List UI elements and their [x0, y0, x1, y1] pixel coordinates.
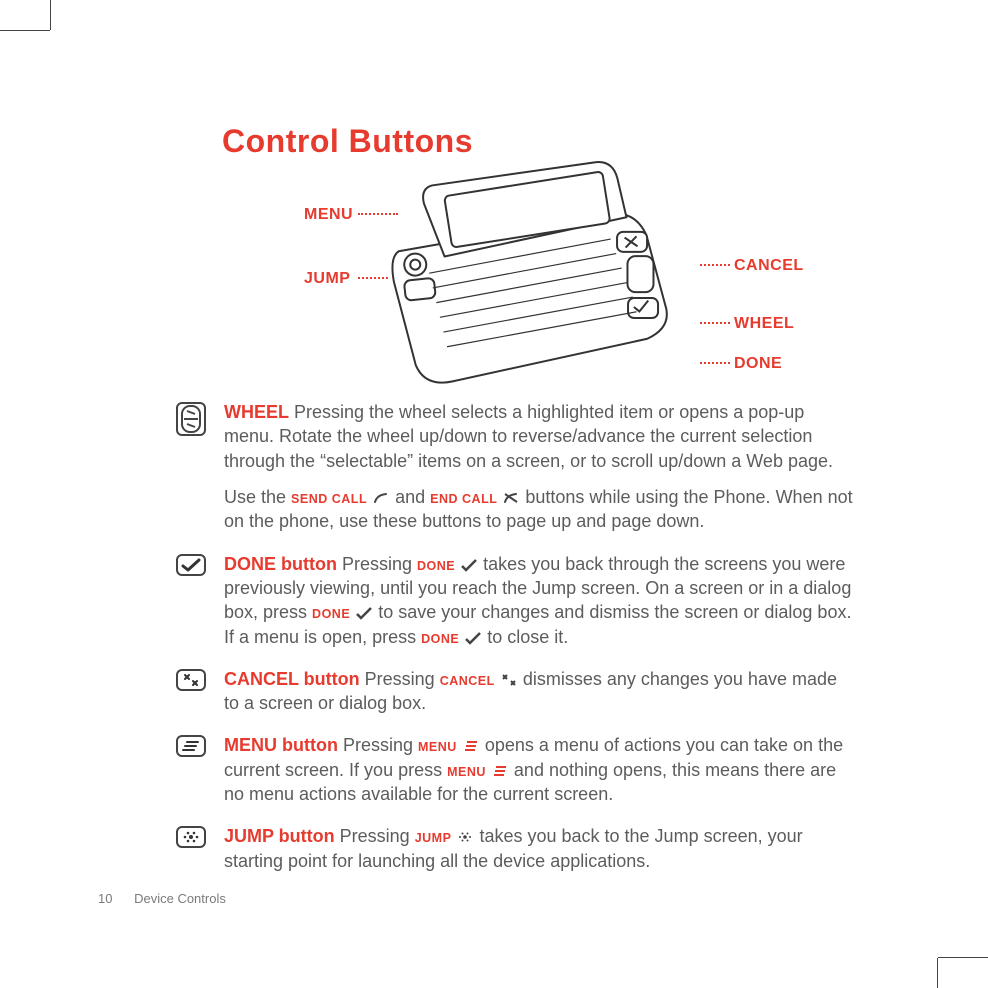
text: Pressing — [337, 554, 417, 574]
menu-kw: MENU — [447, 765, 486, 779]
jump-heading: JUMP button — [224, 826, 335, 846]
menu-inline-icon — [462, 735, 480, 749]
done-inline-icon — [460, 554, 478, 568]
wheel-p2: Use the SEND CALL and END CALL buttons w… — [224, 485, 856, 534]
page-footer: 10 Device Controls — [98, 890, 226, 908]
label-done: DONE — [734, 353, 782, 375]
text: Use the — [224, 487, 291, 507]
text: Pressing — [335, 826, 415, 846]
button-descriptions: WHEEL Pressing the wheel selects a highl… — [176, 400, 856, 873]
device-diagram: MENU JUMP CANCEL WHEEL DONE — [222, 173, 938, 388]
jump-p1: JUMP button Pressing JUMP takes you back… — [224, 824, 856, 873]
send-call-label: SEND CALL — [291, 492, 367, 506]
done-inline-icon — [464, 627, 482, 641]
menu-heading: MENU button — [224, 735, 338, 755]
leader-line — [700, 322, 730, 324]
done-kw: DONE — [312, 607, 350, 621]
done-heading: DONE button — [224, 554, 337, 574]
wheel-icon — [176, 402, 206, 436]
done-p1: DONE button Pressing DONE takes you back… — [224, 552, 856, 649]
menu-p1: MENU button Pressing MENU opens a menu o… — [224, 733, 856, 806]
entry-wheel: WHEEL Pressing the wheel selects a highl… — [176, 400, 856, 533]
jump-inline-icon — [456, 826, 474, 840]
footer-section: Device Controls — [134, 891, 226, 906]
page-title: Control Buttons — [222, 120, 938, 163]
page-content: Control Buttons MENU JUMP CANCEL WHEEL D… — [98, 30, 938, 958]
crop-mark — [938, 957, 988, 958]
jump-kw: JUMP — [415, 831, 452, 845]
cancel-inline-icon — [500, 669, 518, 683]
done-icon — [176, 554, 206, 576]
crop-mark — [50, 0, 51, 30]
entry-cancel: CANCEL button Pressing CANCEL dismisses … — [176, 667, 856, 716]
text: Pressing — [360, 669, 440, 689]
wheel-p1: WHEEL Pressing the wheel selects a highl… — [224, 400, 856, 473]
menu-icon — [176, 735, 206, 757]
crop-mark — [0, 30, 50, 31]
label-menu: MENU — [304, 204, 353, 226]
cancel-heading: CANCEL button — [224, 669, 360, 689]
leader-line — [700, 362, 730, 364]
cancel-icon — [176, 669, 206, 691]
label-jump: JUMP — [304, 268, 350, 290]
end-call-icon — [502, 487, 520, 501]
label-cancel: CANCEL — [734, 255, 804, 277]
entry-jump: JUMP button Pressing JUMP takes you back… — [176, 824, 856, 873]
menu-inline-icon — [491, 760, 509, 774]
page-number: 10 — [98, 891, 112, 906]
cancel-kw: CANCEL — [440, 674, 495, 688]
end-call-label: END CALL — [430, 492, 497, 506]
done-kw: DONE — [421, 632, 459, 646]
entry-done: DONE button Pressing DONE takes you back… — [176, 552, 856, 649]
leader-line — [700, 264, 730, 266]
text: to close it. — [482, 627, 568, 647]
text: Pressing the wheel selects a highlighted… — [224, 402, 833, 471]
send-call-icon — [372, 487, 390, 501]
done-inline-icon — [355, 602, 373, 616]
text: Pressing — [338, 735, 418, 755]
device-illustration — [372, 154, 683, 398]
crop-mark — [937, 958, 938, 988]
jump-icon — [176, 826, 206, 848]
entry-menu: MENU button Pressing MENU opens a menu o… — [176, 733, 856, 806]
cancel-p1: CANCEL button Pressing CANCEL dismisses … — [224, 667, 856, 716]
menu-kw: MENU — [418, 740, 457, 754]
label-wheel: WHEEL — [734, 313, 794, 335]
wheel-heading: WHEEL — [224, 402, 289, 422]
done-kw: DONE — [417, 559, 455, 573]
text: and — [395, 487, 430, 507]
